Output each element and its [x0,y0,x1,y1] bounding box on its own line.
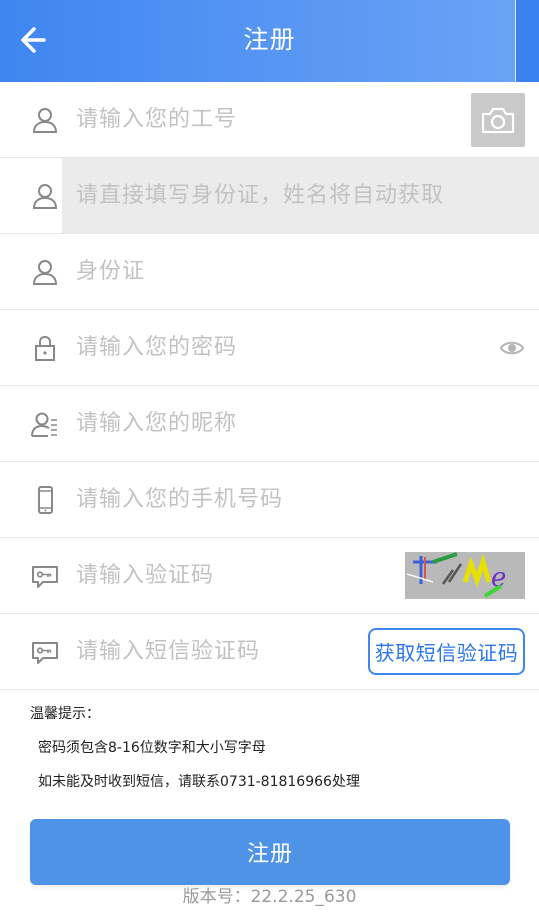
eye-icon[interactable] [499,336,525,360]
password-row [0,310,539,386]
message-key-icon [32,642,58,664]
captcha-graphic: e [405,552,525,599]
employee-id-row [0,82,539,158]
header-bar: 注册 [0,0,539,82]
id-card-row [0,234,539,310]
user-card-icon [31,412,57,437]
lock-icon [35,335,55,361]
camera-button[interactable] [471,93,525,147]
register-button[interactable]: 注册 [30,819,510,885]
get-sms-code-button[interactable]: 获取短信验证码 [368,628,525,675]
id-card-input[interactable] [62,234,539,309]
tips-title: 温馨提示： [30,706,100,722]
sms-code-input[interactable] [62,614,359,689]
id-card-name-input[interactable] [62,158,539,233]
user-icon [32,260,58,285]
tips-section: 温馨提示： 密码须包含8-16位数字和大小写字母 如未能及时收到短信，请联系07… [30,704,520,792]
message-key-icon [32,566,58,588]
nickname-row [0,386,539,462]
user-icon [32,184,58,209]
captcha-row: e [0,538,539,614]
phone-input[interactable] [62,462,539,537]
nickname-input[interactable] [62,386,539,461]
page-title: 注册 [243,25,296,54]
captcha-input[interactable] [62,538,399,613]
sms-code-row: 获取短信验证码 [0,614,539,690]
phone-row [0,462,539,538]
version-label: 版本号：22.2.25_630 [182,887,357,907]
employee-id-input[interactable] [62,82,449,157]
password-input[interactable] [62,310,449,385]
phone-icon [38,486,53,514]
tips-line-password: 密码须包含8-16位数字和大小写字母 [38,740,266,756]
tips-line-contact: 如未能及时收到短信，请联系0731-81816966处理 [38,774,360,790]
camera-icon [481,107,515,134]
user-icon [32,108,58,133]
captcha-image[interactable]: e [405,552,525,599]
id-card-name-row [0,158,539,234]
register-form: e 获取短信验证码 [0,82,539,690]
